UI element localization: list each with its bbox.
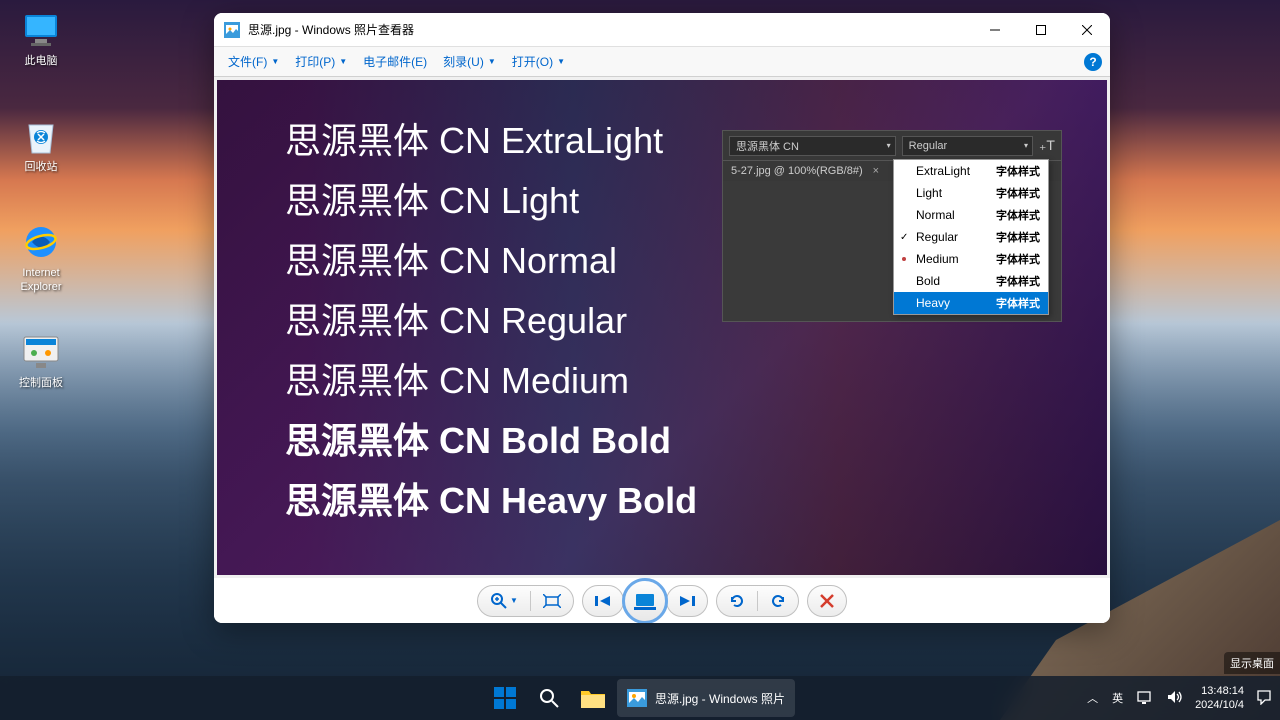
rotate-cw-button[interactable]	[758, 586, 798, 616]
font-sample: 思源黑体 CN Regular	[285, 292, 697, 344]
weight-label: 字体样式	[996, 251, 1040, 267]
weight-label: 字体样式	[996, 163, 1040, 179]
weight-name: Light	[916, 186, 996, 200]
previous-button[interactable]	[583, 586, 623, 616]
menu-burn[interactable]: 刻录(U)▼	[437, 50, 502, 73]
desktop-icon-label: 回收站	[6, 160, 76, 174]
font-sample: 思源黑体 CN ExtraLight	[285, 112, 697, 164]
font-sample-list: 思源黑体 CN ExtraLight 思源黑体 CN Light 思源黑体 CN N…	[285, 112, 697, 532]
weight-option-light[interactable]: Light字体样式	[894, 182, 1048, 204]
weight-label: 字体样式	[996, 207, 1040, 223]
font-sample: 思源黑体 CN Light	[285, 172, 697, 224]
help-button[interactable]: ?	[1084, 53, 1102, 71]
photoviewer-icon	[627, 689, 647, 707]
show-desktop-tooltip: 显示桌面	[1224, 652, 1280, 674]
font-family-combo[interactable]: 思源黑体 CN▾	[729, 136, 896, 156]
image-viewport: 思源黑体 CN ExtraLight 思源黑体 CN Light 思源黑体 CN N…	[214, 77, 1110, 578]
weight-label: 字体样式	[996, 185, 1040, 201]
taskbar: 思源.jpg - Windows 照片 ︿ 英 13:48:14 2024/10…	[0, 676, 1280, 720]
weight-option-regular[interactable]: ✓ Regular字体样式	[894, 226, 1048, 248]
chevron-down-icon: ▾	[1024, 141, 1028, 150]
weight-name: Heavy	[916, 296, 996, 310]
desktop-icon-controlpanel[interactable]: 控制面板	[6, 332, 76, 390]
displayed-image: 思源黑体 CN ExtraLight 思源黑体 CN Light 思源黑体 CN N…	[217, 80, 1107, 575]
viewer-toolbar: ▼	[214, 578, 1110, 623]
weight-name: Medium	[916, 252, 996, 266]
slideshow-button[interactable]	[622, 578, 668, 624]
font-picker-toolbar: 思源黑体 CN▾ Regular▾ ₊T	[723, 131, 1061, 161]
maximize-button[interactable]	[1018, 13, 1064, 46]
notifications-icon[interactable]	[1254, 687, 1274, 710]
rotate-ccw-button[interactable]	[717, 586, 757, 616]
desktop-icon-label: 控制面板	[6, 376, 76, 390]
thispc-icon	[21, 10, 61, 50]
recyclebin-icon	[21, 116, 61, 156]
weight-label: 字体样式	[996, 229, 1040, 245]
font-style-combo[interactable]: Regular▾	[902, 136, 1033, 156]
menu-email[interactable]: 电子邮件(E)	[357, 50, 433, 73]
dot-icon	[902, 257, 906, 261]
zoom-button[interactable]: ▼	[478, 586, 530, 616]
weight-option-extralight[interactable]: ExtraLight字体样式	[894, 160, 1048, 182]
chevron-down-icon: ▾	[887, 141, 891, 150]
weight-option-medium[interactable]: Medium字体样式	[894, 248, 1048, 270]
file-explorer-button[interactable]	[573, 679, 613, 717]
chevron-down-icon: ▼	[488, 57, 496, 66]
taskbar-tray: ︿ 英 13:48:14 2024/10/4	[1085, 684, 1274, 713]
menu-print[interactable]: 打印(P)▼	[289, 50, 353, 73]
photo-viewer-window: 思源.jpg - Windows 照片查看器 文件(F)▼ 打印(P)▼ 电子邮…	[214, 13, 1110, 623]
ie-icon	[21, 222, 61, 262]
desktop-icon-ie[interactable]: Internet Explorer	[6, 222, 76, 295]
weight-name: Regular	[916, 230, 996, 244]
titlebar[interactable]: 思源.jpg - Windows 照片查看器	[214, 13, 1110, 47]
chevron-down-icon: ▼	[557, 57, 565, 66]
tab-close-icon[interactable]: ×	[873, 165, 879, 177]
menu-open[interactable]: 打开(O)▼	[506, 50, 571, 73]
weight-option-bold[interactable]: Bold字体样式	[894, 270, 1048, 292]
weight-name: ExtraLight	[916, 164, 996, 178]
close-button[interactable]	[1064, 13, 1110, 46]
search-button[interactable]	[529, 679, 569, 717]
window-controls	[972, 13, 1110, 46]
network-icon[interactable]	[1135, 688, 1155, 709]
tray-chevron-up-icon[interactable]: ︿	[1085, 688, 1100, 708]
font-sample: 思源黑体 CN Bold Bold	[285, 412, 697, 464]
volume-icon[interactable]	[1165, 688, 1185, 709]
desktop-icon-recyclebin[interactable]: 回收站	[6, 116, 76, 174]
font-picker-panel: 思源黑体 CN▾ Regular▾ ₊T 5-27.jpg @ 100%(RGB…	[722, 130, 1062, 322]
desktop-icon-label: 此电脑	[6, 54, 76, 68]
window-title: 思源.jpg - Windows 照片查看器	[248, 21, 972, 38]
taskbar-center: 思源.jpg - Windows 照片	[485, 679, 795, 717]
weight-option-normal[interactable]: Normal字体样式	[894, 204, 1048, 226]
ime-indicator[interactable]: 英	[1110, 688, 1125, 708]
chevron-down-icon: ▼	[271, 57, 279, 66]
font-sample: 思源黑体 CN Heavy Bold	[285, 472, 697, 524]
text-tool-icon[interactable]: ₊T	[1039, 137, 1055, 154]
weight-label: 字体样式	[996, 295, 1040, 311]
next-button[interactable]	[667, 586, 707, 616]
weight-name: Bold	[916, 274, 996, 288]
taskbar-app-photoviewer[interactable]: 思源.jpg - Windows 照片	[617, 679, 795, 717]
desktop-icon-thispc[interactable]: 此电脑	[6, 10, 76, 68]
menubar: 文件(F)▼ 打印(P)▼ 电子邮件(E) 刻录(U)▼ 打开(O)▼ ?	[214, 47, 1110, 77]
controlpanel-icon	[21, 332, 61, 372]
start-button[interactable]	[485, 679, 525, 717]
minimize-button[interactable]	[972, 13, 1018, 46]
app-icon	[224, 22, 240, 38]
menu-file[interactable]: 文件(F)▼	[222, 50, 285, 73]
weight-label: 字体样式	[996, 273, 1040, 289]
weight-option-heavy[interactable]: Heavy字体样式	[894, 292, 1048, 314]
weight-name: Normal	[916, 208, 996, 222]
font-sample: 思源黑体 CN Normal	[285, 232, 697, 284]
chevron-down-icon: ▼	[339, 57, 347, 66]
chevron-down-icon: ▼	[510, 596, 518, 605]
delete-button[interactable]	[808, 586, 846, 616]
check-icon: ✓	[900, 232, 908, 243]
font-sample: 思源黑体 CN Medium	[285, 352, 697, 404]
actual-size-button[interactable]	[531, 586, 573, 616]
font-weight-menu: ExtraLight字体样式Light字体样式Normal字体样式✓Regula…	[893, 159, 1049, 315]
desktop-icon-label: Internet Explorer	[6, 266, 76, 295]
clock[interactable]: 13:48:14 2024/10/4	[1195, 684, 1244, 713]
